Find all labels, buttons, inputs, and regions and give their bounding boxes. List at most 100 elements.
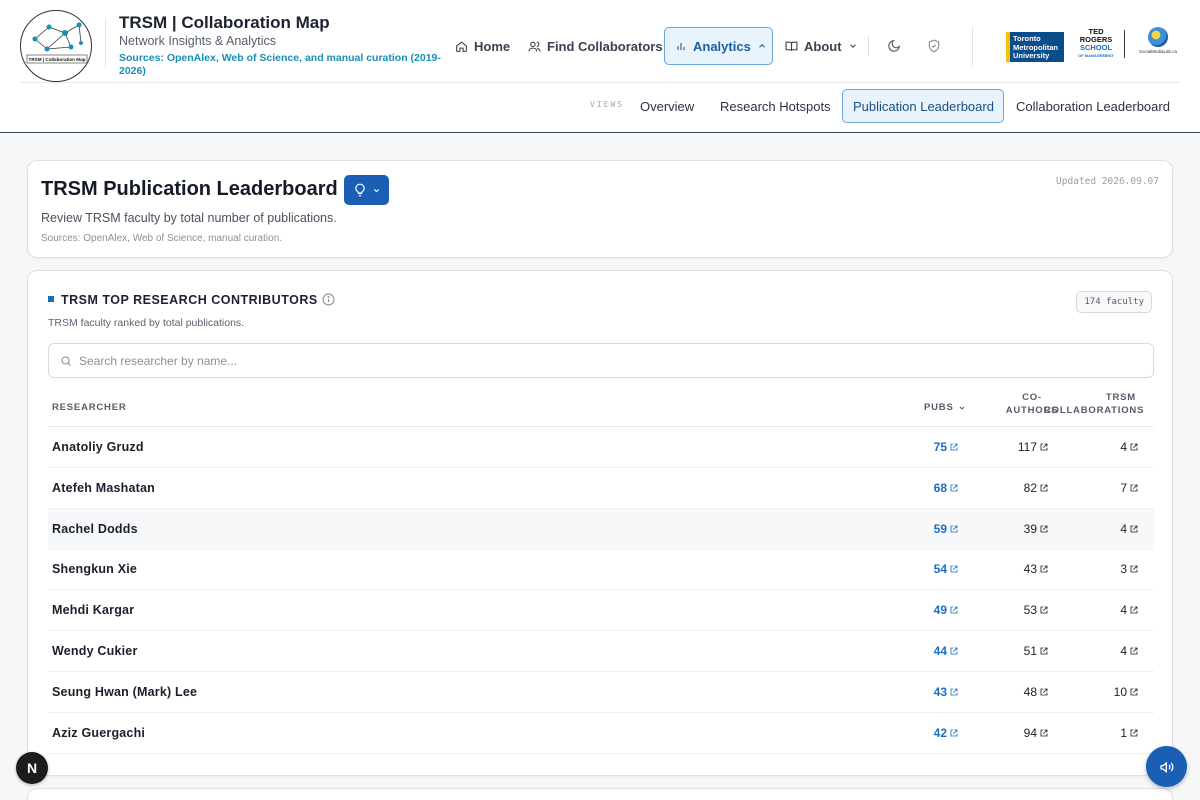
trsm-collab-link[interactable]: 10	[1114, 685, 1138, 699]
coauthors-value: 51	[1023, 644, 1037, 658]
external-link-icon	[1130, 443, 1138, 451]
table-row[interactable]: Aziz Guergachi 42 94 1	[48, 713, 1154, 754]
trsm-collab-value: 1	[1120, 725, 1127, 740]
tmu-logo[interactable]: Toronto Metropolitan University	[1006, 32, 1064, 62]
pubs-link[interactable]: 42	[934, 726, 958, 740]
info-icon[interactable]	[322, 293, 335, 311]
pubs-link[interactable]: 59	[934, 522, 958, 536]
coauthors-link[interactable]: 48	[1024, 685, 1048, 699]
coauthors-value: 39	[1023, 521, 1037, 536]
pubs-link[interactable]: 68	[934, 481, 958, 495]
researcher-name[interactable]: Anatoliy Gruzd	[52, 440, 144, 454]
table-row[interactable]: Anatoliy Gruzd 75 117 4	[48, 427, 1154, 468]
tab-collaboration-leaderboard[interactable]: Collaboration Leaderboard	[1016, 89, 1170, 123]
globe-icon	[1148, 27, 1168, 47]
theme-toggle-button[interactable]	[884, 36, 904, 56]
chevron-up-icon	[758, 44, 765, 48]
ted-rogers-logo[interactable]: TED ROGERS SCHOOL OF MANAGEMENT	[1075, 28, 1117, 60]
coauthors-link[interactable]: 117	[1018, 440, 1048, 454]
external-link-icon	[1130, 606, 1138, 614]
views-label: VIEWS	[590, 100, 625, 109]
page-sources: Sources: OpenAlex, Web of Science, manua…	[41, 233, 283, 244]
app-title[interactable]: TRSM | Collaboration Map	[119, 13, 330, 33]
trsm-collab-value: 3	[1120, 562, 1127, 577]
ted-line-4: OF MANAGEMENT	[1078, 53, 1114, 58]
researcher-name[interactable]: Atefeh Mashatan	[52, 481, 155, 495]
coauthors-link[interactable]: 39	[1024, 522, 1048, 536]
privacy-button[interactable]	[924, 36, 944, 56]
feedback-button[interactable]	[1146, 746, 1187, 787]
researcher-name[interactable]: Mehdi Kargar	[52, 603, 134, 617]
pubs-value: 75	[933, 440, 947, 454]
sml-text: SocialMediaLab.ca	[1138, 49, 1178, 54]
table-row[interactable]: Shengkun Xie 54 43 3	[48, 549, 1154, 591]
coauthors-link[interactable]: 94	[1024, 726, 1048, 740]
nav-about[interactable]: About	[785, 28, 858, 64]
col-researcher[interactable]: RESEARCHER	[52, 402, 127, 413]
pubs-link[interactable]: 43	[934, 685, 958, 699]
table-row[interactable]: Rachel Dodds 59 39 4	[48, 508, 1154, 550]
n-badge-button[interactable]: N	[16, 752, 48, 784]
trsm-collab-link[interactable]: 4	[1120, 522, 1138, 536]
pubs-link[interactable]: 44	[934, 644, 958, 658]
researcher-name[interactable]: Wendy Cukier	[52, 644, 138, 658]
table-row[interactable]: Mehdi Kargar 49 53 4	[48, 590, 1154, 632]
coauthors-link[interactable]: 51	[1024, 644, 1048, 658]
pubs-value: 54	[933, 562, 947, 577]
external-link-icon	[950, 443, 958, 451]
researcher-name[interactable]: Seung Hwan (Mark) Lee	[52, 685, 197, 699]
insights-button[interactable]	[344, 175, 389, 205]
page-header-card: TRSM Publication Leaderboard Review TRSM…	[27, 160, 1173, 258]
search-input[interactable]	[79, 352, 1139, 370]
external-link-icon	[950, 729, 958, 737]
researcher-name[interactable]: Shengkun Xie	[52, 562, 137, 576]
nav-home[interactable]: Home	[455, 28, 510, 64]
table-row[interactable]: Atefeh Mashatan 68 82 7	[48, 468, 1154, 509]
coauthors-link[interactable]: 82	[1024, 481, 1048, 495]
trsm-collab-link[interactable]: 4	[1120, 603, 1138, 617]
trsm-collab-link[interactable]: 1	[1120, 726, 1138, 740]
trsm-collab-link[interactable]: 4	[1120, 440, 1138, 454]
trsm-collab-value: 4	[1120, 440, 1127, 454]
brand-divider	[105, 18, 106, 68]
trsm-collab-link[interactable]: 4	[1120, 644, 1138, 658]
bar-chart-icon	[677, 43, 685, 50]
nav-separator	[868, 36, 869, 56]
page-title: TRSM Publication Leaderboard	[41, 178, 338, 200]
tab-publication-leaderboard[interactable]: Publication Leaderboard	[842, 89, 1004, 123]
coauthors-value: 94	[1023, 725, 1037, 740]
pubs-link[interactable]: 75	[934, 440, 958, 454]
pubs-value: 49	[933, 603, 947, 618]
nav-find-collaborators[interactable]: Find Collaborators	[528, 28, 663, 64]
external-link-icon	[1040, 443, 1048, 451]
megaphone-icon	[1159, 761, 1173, 773]
nav-about-label: About	[804, 38, 842, 54]
pubs-value: 42	[933, 725, 947, 740]
col-pubs-label: PUBS	[924, 402, 954, 413]
pubs-link[interactable]: 49	[934, 603, 958, 617]
researcher-name[interactable]: Rachel Dodds	[52, 522, 138, 536]
researcher-search[interactable]	[48, 343, 1154, 378]
researcher-name[interactable]: Aziz Guergachi	[52, 726, 145, 740]
trsm-collab-link[interactable]: 7	[1120, 481, 1138, 495]
tab-research-hotspots[interactable]: Research Hotspots	[720, 89, 831, 123]
table-row[interactable]: Seung Hwan (Mark) Lee 43 48 10	[48, 672, 1154, 713]
tab-overview[interactable]: Overview	[640, 89, 694, 123]
nav-analytics[interactable]: Analytics	[664, 27, 773, 65]
app-logo[interactable]: TRSM | Collaboration Map	[20, 10, 92, 82]
page-description: Review TRSM faculty by total number of p…	[41, 211, 337, 225]
external-link-icon	[1040, 525, 1048, 533]
coauthors-link[interactable]: 43	[1024, 562, 1048, 576]
table-row[interactable]: Wendy Cukier 44 51 4	[48, 631, 1154, 672]
section-marker	[48, 296, 54, 302]
external-link-icon	[950, 606, 958, 614]
trsm-collab-value: 4	[1120, 603, 1127, 618]
coauthors-link[interactable]: 53	[1024, 603, 1048, 617]
trsm-collab-link[interactable]: 3	[1120, 562, 1138, 576]
pubs-link[interactable]: 54	[934, 562, 958, 576]
coauthors-value: 82	[1023, 480, 1037, 495]
col-pubs[interactable]: PUBS	[924, 402, 966, 413]
col-trsm-collaborations[interactable]: TRSM COLLABORATIONS	[1044, 391, 1143, 417]
external-link-icon	[950, 525, 958, 533]
social-media-lab-logo[interactable]: SocialMediaLab.ca	[1138, 27, 1178, 57]
